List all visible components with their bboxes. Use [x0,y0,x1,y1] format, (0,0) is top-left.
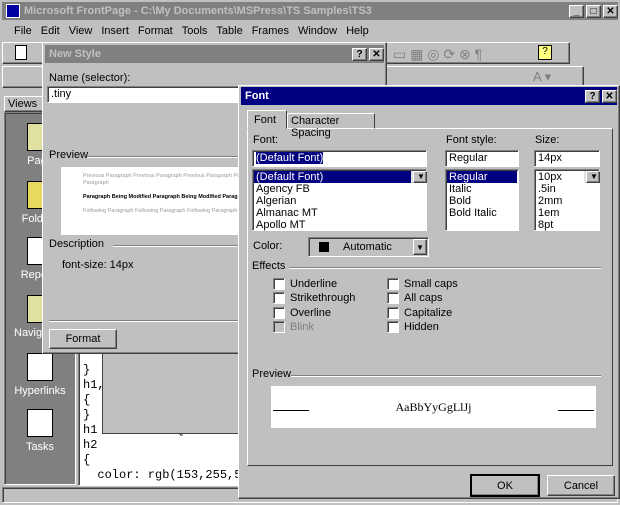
color-swatch [319,242,329,252]
code-line: { [83,453,91,467]
underline-checkbox[interactable]: Underline [273,277,337,291]
view-hyperlinks[interactable]: Hyperlinks [5,353,75,397]
style-description: font-size: 14px [62,259,134,271]
hyperlinks-icon [27,353,53,381]
font-list[interactable]: (Default Font) Agency FB Algerian Almana… [252,169,427,231]
menu-file[interactable]: File [14,25,32,37]
menu-view[interactable]: View [69,25,93,37]
font-dialog: Font ? ✕ Font Character Spacing Font: (De… [238,85,620,499]
small-caps-checkbox[interactable]: Small caps [387,277,458,291]
menu-table[interactable]: Table [216,25,242,37]
help-button[interactable]: ? [352,47,367,61]
menu-insert[interactable]: Insert [101,25,129,37]
preview-divider [291,375,601,376]
menu-bar: File Edit View Insert Format Tools Table Frames… [14,25,378,37]
name-label: Name (selector): [49,72,131,84]
style-option[interactable]: Bold Italic [447,207,517,219]
preview-label: Preview [49,149,89,161]
new-page-icon[interactable] [15,45,27,60]
main-title-bar: Microsoft FrontPage - C:\My Documents\MS… [2,2,618,20]
font-label: Font: [253,134,279,146]
size-list[interactable]: 10px .5in 2mm 1em 8pt ▲▼ [534,169,600,231]
maximize-button[interactable]: □ [586,4,601,18]
code-line: color: rgb(153,255,51 [83,468,240,482]
font-color-icon[interactable]: A ▾ [533,69,551,85]
font-style-label: Font style: [446,134,497,146]
scroll-down-icon: ▼ [413,171,427,183]
font-preview-box: AaBbYyGgLlJj [271,386,596,428]
color-dropdown[interactable]: Automatic ▼ [308,237,429,257]
size-option[interactable]: 8pt [536,219,598,231]
preview-text: AaBbYyGgLlJj [395,400,472,414]
tab-character-spacing[interactable]: Character Spacing [287,113,375,139]
help-icon[interactable]: ? [538,45,552,60]
menu-format[interactable]: Format [138,25,173,37]
size-option[interactable]: 1em [536,207,598,219]
capitalize-checkbox[interactable]: Capitalize [387,306,452,320]
app-title: Microsoft FrontPage - C:\My Documents\MS… [24,5,372,17]
ok-button[interactable]: OK [470,474,540,497]
font-style-list[interactable]: Regular Italic Bold Bold Italic [445,169,519,231]
blink-checkbox: Blink [273,320,314,334]
close-button[interactable]: ✕ [603,4,618,18]
menu-tools[interactable]: Tools [182,25,208,37]
font-input[interactable]: (Default Font) [252,150,427,167]
size-list-scrollbar[interactable]: ▲▼ [584,171,600,183]
font-option[interactable]: Almanac MT [254,207,425,219]
frontpage-app-icon [6,4,20,18]
views-tab[interactable]: Views [4,96,44,112]
minimize-button[interactable]: _ [569,4,584,18]
font-preview-label: Preview [252,368,292,380]
cancel-button[interactable]: Cancel [547,475,615,496]
style-option[interactable]: Regular [447,171,517,183]
menu-edit[interactable]: Edit [41,25,60,37]
tab-font[interactable]: Font [247,110,287,129]
effects-divider [289,267,601,268]
font-style-input[interactable]: Regular [445,150,519,167]
close-button[interactable]: ✕ [602,89,617,103]
hidden-checkbox[interactable]: Hidden [387,320,439,334]
menu-window[interactable]: Window [298,25,337,37]
scroll-down-icon: ▼ [586,171,600,183]
font-option[interactable]: (Default Font) [254,171,425,183]
view-tasks[interactable]: Tasks [5,409,75,453]
effects-label: Effects [252,260,286,272]
new-style-title-bar: New Style ? ✕ [45,45,384,63]
help-button[interactable]: ? [585,89,600,103]
tasks-icon [27,409,53,437]
color-label: Color: [253,240,283,252]
close-button[interactable]: ✕ [369,47,384,61]
format-button[interactable]: Format [49,329,117,349]
menu-help[interactable]: Help [346,25,369,37]
style-option[interactable]: Italic [447,183,517,195]
size-input[interactable]: 14px [534,150,600,167]
font-dialog-title-bar: Font ? ✕ [241,87,617,105]
menu-frames[interactable]: Frames [252,25,289,37]
font-list-scrollbar[interactable]: ▲▼ [411,171,427,183]
all-caps-checkbox[interactable]: All caps [387,291,443,305]
style-option[interactable]: Bold [447,195,517,207]
font-option[interactable]: Apollo MT [254,219,425,231]
overline-checkbox[interactable]: Overline [273,306,331,320]
chevron-down-icon[interactable]: ▼ [413,239,427,255]
background-dialog-panel [102,352,238,434]
font-option[interactable]: Agency FB [254,183,425,195]
size-label: Size: [535,134,560,146]
font-option[interactable]: Algerian [254,195,425,207]
size-option[interactable]: 2mm [536,195,598,207]
size-option[interactable]: .5in [536,183,598,195]
code-line: h2 [83,438,98,452]
description-label: Description [49,238,105,250]
toolbar-icons[interactable]: ▭ ▦ ◎ ⟳ ⊗ ¶ [393,46,482,63]
strikethrough-checkbox[interactable]: Strikethrough [273,291,355,305]
